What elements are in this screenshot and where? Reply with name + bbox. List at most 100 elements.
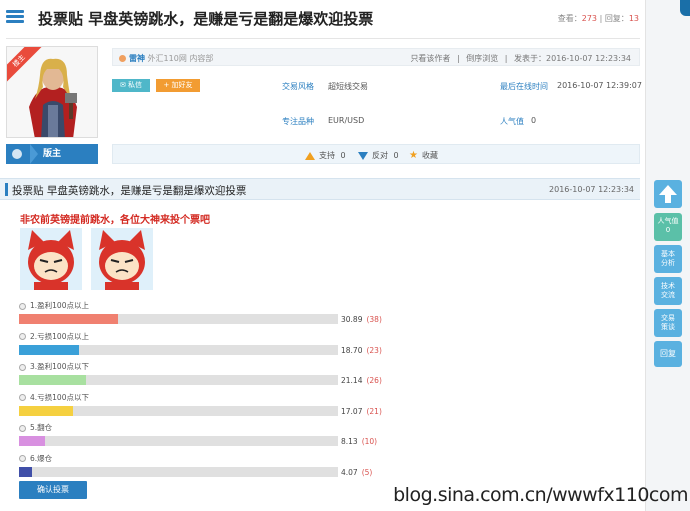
msg-label: 私信 [128, 81, 143, 89]
poll-bar-fill [19, 375, 87, 385]
last-online-value: 2016-10-07 12:39:07 [557, 81, 642, 90]
watermark: blog.sina.com.cn/wwwfx110com [393, 484, 688, 506]
poll-result: 4.07 (5) [341, 468, 372, 477]
poll-option[interactable]: 4.亏损100点以下 [19, 392, 89, 403]
poll-count: (10) [361, 437, 378, 446]
back-to-top-button[interactable] [654, 180, 682, 208]
radio-button[interactable] [19, 394, 26, 401]
poll-option-label: 2.亏损100点以上 [30, 331, 89, 341]
submit-vote-button[interactable]: 确认投票 [19, 481, 87, 499]
radio-button[interactable] [19, 455, 26, 462]
author-line: 雷神 外汇110网 内容部 [119, 53, 213, 64]
poll-count: (21) [366, 406, 382, 416]
replies-count: 13 [628, 14, 639, 23]
fundamental-analysis-button[interactable]: 基本分析 [654, 245, 682, 273]
fox-emoji-1 [20, 228, 82, 290]
role-label: 版主 [42, 149, 61, 159]
poll-bar-track [19, 436, 338, 446]
author-name[interactable]: 雷神 [129, 54, 145, 63]
arrow-up-icon [659, 185, 677, 203]
post-header-accent [5, 183, 8, 196]
poll-bar-track [19, 314, 338, 324]
oppose-button[interactable]: 反对 0 [358, 150, 399, 161]
views-label: 查看： [557, 14, 582, 23]
poll-option-label: 4.亏损100点以下 [30, 392, 89, 402]
poll-percent: 30.89 [341, 315, 363, 324]
poll-option-label: 3.盈利100点以下 [30, 362, 89, 371]
moderator-button[interactable]: 版主 [6, 144, 98, 164]
stats-separator: | [599, 14, 603, 23]
private-message-button[interactable]: ✉ 私信 [112, 79, 150, 92]
add-friend-button[interactable]: + 加好友 [156, 79, 200, 92]
list-icon [6, 10, 24, 24]
style-value: 超短线交易 [328, 82, 368, 91]
last-online-label: 最后在线时间 [500, 82, 548, 91]
star-icon: ★ [409, 150, 418, 161]
post-title: 投票贴 早盘英镑跳水，是赚是亏是翻是爆欢迎投票 [12, 185, 247, 197]
radio-button[interactable] [19, 333, 26, 340]
popularity-side-count: 0 [665, 226, 671, 234]
meta-sep-2: | [504, 54, 508, 63]
popularity-side-button[interactable]: 人气值 0 [654, 213, 682, 241]
poll-option[interactable]: 1.盈利100点以上 [19, 300, 89, 311]
poll-percent: 4.07 [341, 467, 358, 477]
post-date: 2016-10-07 12:23:34 [549, 185, 634, 194]
poll-option[interactable]: 3.盈利100点以下 [19, 361, 89, 372]
oppose-label: 反对 [372, 151, 388, 160]
support-label: 支持 [319, 151, 335, 160]
radio-button[interactable] [19, 363, 26, 371]
poll-percent: 21.14 [341, 376, 363, 385]
arrow-segment [30, 144, 38, 164]
focus-value: EUR/USD [328, 116, 365, 125]
popularity-value: 0 [531, 116, 537, 125]
thread-stats: 查看：273 | 回复：13 [558, 13, 639, 24]
style-label: 交易风格 [282, 82, 314, 91]
meta-sep-1: | [456, 54, 460, 63]
author-infobar: 雷神 外汇110网 内容部 只看该作者 | 倒序浏览 | 发表于：2016-10… [112, 48, 640, 66]
poll-percent: 18.70 [341, 345, 363, 355]
poll-bar-fill [19, 405, 74, 416]
support-button[interactable]: 支持 0 [305, 150, 346, 161]
poll-result: 21.14 (26) [341, 376, 382, 385]
poll-result: 30.89 (38) [341, 315, 382, 324]
poll-count: (38) [366, 315, 382, 324]
radio-button[interactable] [19, 424, 26, 432]
support-count: 0 [340, 151, 346, 160]
poll-option[interactable]: 5.翻仓 [19, 422, 52, 433]
poll-option-label: 5.翻仓 [30, 423, 53, 432]
radio-button[interactable] [19, 302, 26, 310]
poll-bar-fill [19, 344, 79, 355]
fox-emoji-2 [91, 228, 153, 290]
post-headline: 非农前英镑提前跳水，各位大神来投个票吧 [20, 215, 210, 226]
favorite-label: 收藏 [421, 151, 438, 160]
post-meta: 只看该作者 | 倒序浏览 | 发表于：2016-10-07 12:23:34 [406, 53, 631, 64]
poll-result: 18.70 (23) [341, 346, 382, 355]
poll-count: (26) [366, 376, 382, 385]
focus-label: 专注品种 [282, 117, 314, 126]
oppose-count: 0 [393, 151, 399, 160]
poll-bar-track [19, 466, 338, 477]
poll-bar-track [19, 375, 338, 385]
friend-label: 加好友 [171, 81, 193, 89]
only-author-link[interactable]: 只看该作者 [410, 54, 450, 63]
popularity-side-label: 人气值 [657, 217, 679, 225]
tech-exchange-button[interactable]: 技术交流 [654, 277, 682, 305]
author-avatar[interactable]: 楼主 [6, 46, 98, 138]
poll-count: (5) [361, 467, 373, 477]
poll-option[interactable]: 2.亏损100点以上 [19, 331, 89, 342]
reverse-order-link[interactable]: 倒序浏览 [466, 54, 498, 63]
thumb-down-icon [358, 151, 368, 160]
vote-bar: 支持 0 反对 0 ★ 收藏 [112, 144, 640, 164]
poll-option[interactable]: 6.爆仓 [19, 453, 52, 464]
posted-time: 发表于：2016-10-07 12:23:34 [514, 54, 631, 63]
thumb-up-icon [305, 151, 315, 160]
reply-side-button[interactable]: 回复 [654, 341, 682, 367]
replies-label: 回复： [604, 14, 629, 23]
sidebar-top-tab [680, 0, 690, 16]
popularity-label: 人气值 [500, 117, 524, 126]
trading-talk-button[interactable]: 交易策谈 [654, 309, 682, 337]
poll-bar-track [19, 344, 338, 355]
thread-title: 投票贴 早盘英镑跳水，是赚是亏是翻是爆欢迎投票 [38, 10, 374, 28]
favorite-button[interactable]: ★ 收藏 [409, 150, 438, 161]
poll-result: 8.13 (10) [341, 437, 377, 446]
